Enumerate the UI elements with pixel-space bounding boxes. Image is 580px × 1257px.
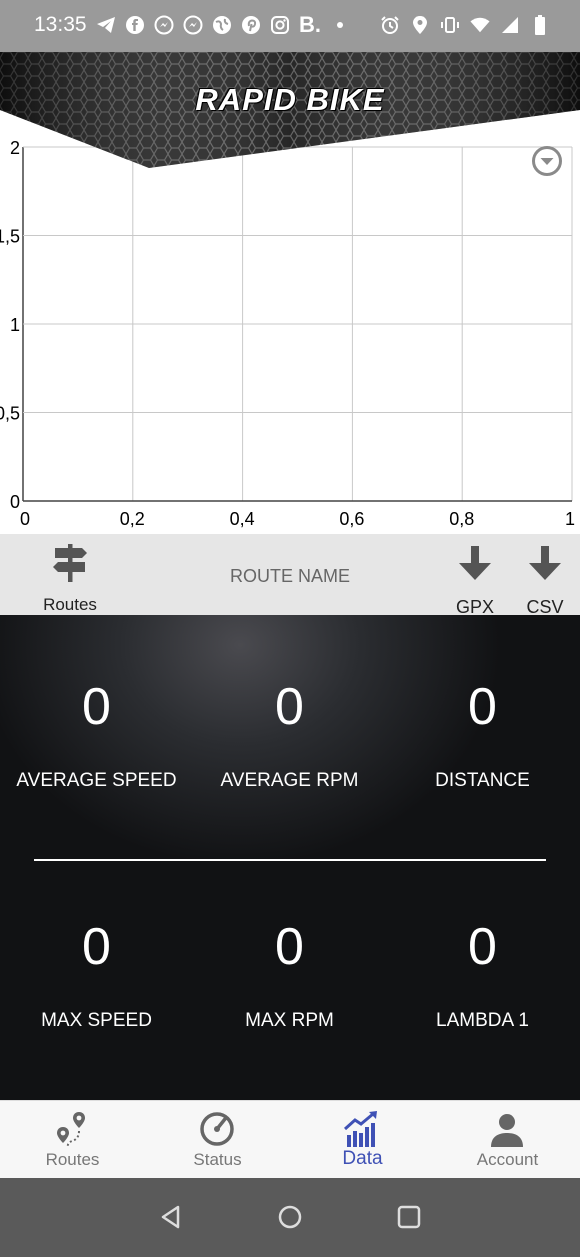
stat-average-speed: 0 AVERAGE SPEED — [0, 677, 193, 792]
max-rpm-value: 0 — [275, 918, 304, 976]
download-arrow-icon — [459, 546, 491, 580]
booking-icon: B. — [299, 12, 321, 37]
app-title: RAPID BIKE — [195, 82, 385, 117]
stat-lambda-1: 0 LAMBDA 1 — [386, 917, 579, 1032]
lambda-1-value: 0 — [468, 918, 497, 976]
stat-max-speed: 0 MAX SPEED — [0, 917, 193, 1032]
nav-routes-label: Routes — [45, 1150, 100, 1169]
csv-download-button[interactable]: CSV — [520, 546, 570, 617]
x-tick-label: 1 — [565, 509, 575, 529]
status-time: 13:35 — [34, 13, 87, 36]
wifi-icon — [470, 15, 490, 35]
max-rpm-label: MAX RPM — [245, 1010, 334, 1031]
average-speed-label: AVERAGE SPEED — [16, 770, 177, 791]
gpx-download-button[interactable]: GPX — [450, 546, 500, 617]
x-tick-label: 0,6 — [339, 509, 364, 529]
y-tick-label: 1,5 — [0, 227, 20, 247]
system-navigation-bar — [0, 1178, 580, 1257]
lambda-1-label: LAMBDA 1 — [436, 1010, 529, 1031]
average-speed-value: 0 — [82, 678, 111, 736]
nav-status[interactable]: Status — [145, 1101, 290, 1179]
nav-status-label: Status — [193, 1150, 242, 1169]
messenger-icon — [154, 15, 174, 35]
signpost-icon — [53, 544, 87, 582]
x-tick-label: 0 — [20, 509, 30, 529]
home-icon[interactable] — [277, 1204, 303, 1230]
signal-icon — [500, 15, 520, 35]
y-tick-label: 0,5 — [0, 404, 20, 424]
x-tick-label: 0,2 — [120, 509, 145, 529]
telegram-icon — [96, 15, 116, 35]
routes-button[interactable]: Routes — [30, 542, 110, 614]
notification-icons: B. — [96, 12, 350, 37]
chart-icon — [343, 1111, 377, 1147]
chart-dropdown-button[interactable] — [531, 145, 563, 177]
stats-divider — [34, 859, 546, 861]
stat-max-rpm: 0 MAX RPM — [193, 917, 386, 1032]
average-rpm-label: AVERAGE RPM — [220, 770, 359, 791]
stat-distance: 0 DISTANCE — [386, 677, 579, 792]
route-pin-icon — [57, 1112, 85, 1148]
speedometer-icon — [200, 1112, 234, 1146]
person-icon — [491, 1114, 523, 1147]
nav-data-label: Data — [342, 1148, 383, 1169]
y-tick-label: 0 — [10, 492, 20, 512]
messenger-icon — [183, 15, 203, 35]
average-rpm-value: 0 — [275, 678, 304, 736]
status-bar: 13:35 B. — [0, 0, 580, 52]
nav-account-label: Account — [476, 1150, 539, 1169]
routes-label: Routes — [43, 595, 97, 614]
distance-label: DISTANCE — [435, 770, 530, 791]
nav-routes[interactable]: Routes — [0, 1101, 145, 1179]
stat-average-rpm: 0 AVERAGE RPM — [193, 677, 386, 792]
battery-icon — [530, 15, 550, 35]
route-name: ROUTE NAME — [229, 566, 350, 586]
system-status-icons — [380, 15, 550, 35]
download-arrow-icon — [529, 546, 561, 580]
stats-panel: 0 AVERAGE SPEED 0 AVERAGE RPM 0 DISTANCE… — [0, 615, 580, 1100]
max-speed-label: MAX SPEED — [41, 1010, 152, 1031]
recents-icon[interactable] — [396, 1204, 422, 1230]
facebook-icon — [125, 15, 145, 35]
y-tick-label: 1 — [10, 315, 20, 335]
back-icon[interactable] — [158, 1204, 184, 1230]
nav-data[interactable]: Data — [290, 1101, 435, 1179]
app-header: RAPID BIKE — [0, 52, 580, 168]
pinterest-icon — [241, 15, 261, 35]
nav-account[interactable]: Account — [435, 1101, 580, 1179]
route-toolbar: Routes ROUTE NAME GPX CSV — [0, 534, 580, 617]
bottom-navigation: Routes Status Data Account — [0, 1100, 580, 1179]
vibrate-icon — [440, 15, 460, 35]
location-icon — [410, 15, 430, 35]
globe-icon — [212, 15, 232, 35]
chevron-down-circle-icon — [532, 146, 562, 176]
instagram-icon — [270, 15, 290, 35]
x-tick-label: 0,8 — [449, 509, 474, 529]
max-speed-value: 0 — [82, 918, 111, 976]
distance-value: 0 — [468, 678, 497, 736]
dot-icon — [330, 15, 350, 35]
alarm-icon — [380, 15, 400, 35]
x-tick-label: 0,4 — [230, 509, 255, 529]
